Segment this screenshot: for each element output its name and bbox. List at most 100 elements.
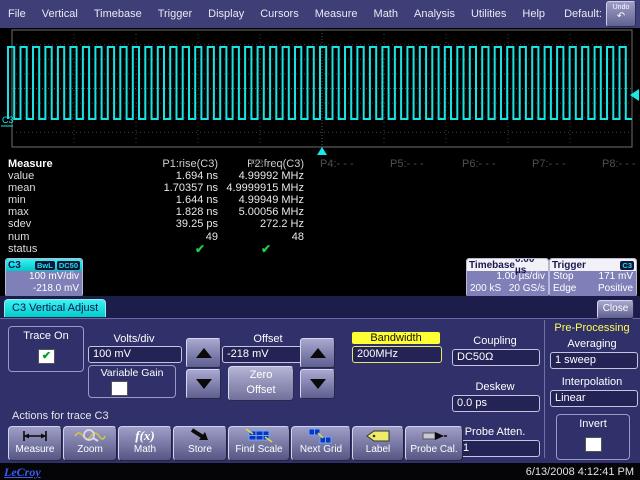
p5-header[interactable]: P5:- - - — [390, 158, 424, 170]
zoom-icon — [64, 427, 116, 444]
averaging-field[interactable]: 1 sweep — [550, 352, 638, 369]
p1-status-check-icon: ✔ — [100, 243, 218, 255]
p6-header[interactable]: P6:- - - — [462, 158, 496, 170]
zero-offset-button[interactable]: Zero Offset — [228, 366, 294, 401]
p8-header[interactable]: P8:- - - — [602, 158, 636, 170]
probe-cal-action-button[interactable]: Probe Cal. — [405, 426, 463, 461]
default-label: Default: — [564, 8, 602, 20]
menu-measure[interactable]: Measure — [307, 8, 366, 20]
measure-row-labels: Measure value mean min max sdev num stat… — [8, 158, 53, 255]
menu-bar: File Vertical Timebase Trigger Display C… — [0, 0, 640, 28]
invert-checkbox[interactable] — [585, 437, 602, 452]
row-label-mean: mean — [8, 182, 53, 194]
p2-sdev: 272.2 Hz — [222, 218, 304, 230]
p7-header[interactable]: P7:- - - — [532, 158, 566, 170]
next-grid-action-button[interactable]: Next Grid — [291, 426, 351, 461]
volts-div-field[interactable]: 100 mV — [88, 346, 182, 363]
menu-display[interactable]: Display — [200, 8, 252, 20]
measure-action-button[interactable]: Measure — [8, 426, 62, 461]
status-bar: LeCroy 6/13/2008 4:12:41 PM — [0, 463, 640, 480]
probe-atten-field[interactable]: ÷1 — [452, 440, 540, 457]
menu-timebase[interactable]: Timebase — [86, 8, 150, 20]
variable-gain-checkbox[interactable] — [111, 381, 128, 396]
trigger-descriptor-box[interactable]: Trigger C3 Stop 171 mV Edge Positive — [549, 258, 637, 297]
menu-cursors[interactable]: Cursors — [252, 8, 307, 20]
row-label-status: status — [8, 243, 53, 255]
p1-header[interactable]: P1:rise(C3) — [100, 158, 218, 170]
coupling-label: Coupling — [452, 335, 538, 347]
volts-div-up-button[interactable] — [186, 338, 221, 368]
trigger-type: Edge — [553, 283, 576, 295]
p1-num: 49 — [100, 231, 218, 243]
store-action-label: Store — [174, 444, 226, 456]
p1-max: 1.828 ns — [100, 206, 218, 218]
row-label-min: min — [8, 194, 53, 206]
menu-help[interactable]: Help — [514, 8, 553, 20]
label-action-label: Label — [353, 444, 403, 456]
c3-descriptor-box[interactable]: C3 BwL DC50 100 mV/div -218.0 mV — [5, 258, 83, 297]
c3-zero-level-label: C3 — [2, 115, 14, 125]
variable-gain-label: Variable Gain — [89, 367, 175, 379]
c3-coupling-badge: DC50 — [57, 261, 80, 270]
menu-utilities[interactable]: Utilities — [463, 8, 514, 20]
p2-status-check-icon: ✔ — [222, 243, 304, 255]
menu-vertical[interactable]: Vertical — [34, 8, 86, 20]
preprocessing-title: Pre-Processing — [548, 322, 636, 334]
undo-button[interactable]: Undo ↶ — [606, 1, 636, 27]
find-scale-action-button[interactable]: Find Scale — [228, 426, 290, 461]
p4-header[interactable]: P4:- - - — [320, 158, 354, 170]
math-action-label: Math — [119, 444, 171, 456]
close-button[interactable]: Close — [597, 300, 634, 319]
math-action-button[interactable]: f(x) Math — [118, 426, 172, 461]
p1-min: 1.644 ns — [100, 194, 218, 206]
trace-on-check-icon: ✔ — [42, 350, 51, 362]
store-action-button[interactable]: Store — [173, 426, 227, 461]
trigger-level-marker[interactable] — [630, 89, 639, 101]
undo-icon: ↶ — [607, 12, 635, 21]
label-action-button[interactable]: Label — [352, 426, 404, 461]
offset-up-button[interactable] — [300, 338, 335, 368]
interpolation-field[interactable]: Linear — [550, 390, 638, 407]
probe-cal-icon — [406, 427, 462, 444]
trigger-source-badge: C3 — [620, 261, 634, 270]
menu-file[interactable]: File — [0, 8, 34, 20]
interpolation-label: Interpolation — [548, 376, 636, 388]
row-label-num: num — [8, 231, 53, 243]
menu-math[interactable]: Math — [366, 8, 406, 20]
bandwidth-field[interactable]: 200MHz — [352, 346, 442, 363]
measure-column-p1[interactable]: P1:rise(C3) 1.694 ns 1.70357 ns 1.644 ns… — [100, 158, 218, 255]
row-label-sdev: sdev — [8, 218, 53, 230]
measure-action-label: Measure — [9, 444, 61, 456]
timebase-descriptor-box[interactable]: Timebase 0.00 µs 1.00 µs/div 200 kS 20 G… — [466, 258, 549, 297]
deskew-label: Deskew — [452, 381, 538, 393]
menu-trigger[interactable]: Trigger — [150, 8, 200, 20]
menu-analysis[interactable]: Analysis — [406, 8, 463, 20]
zoom-action-button[interactable]: Zoom — [63, 426, 117, 461]
trigger-slope: Positive — [598, 283, 633, 295]
trace-on-checkbox[interactable]: ✔ — [38, 349, 55, 364]
lecroy-logo: LeCroy — [4, 465, 41, 480]
trigger-mode: Stop — [553, 271, 574, 283]
c3-offset: -218.0 mV — [9, 283, 79, 295]
row-label-max: max — [8, 206, 53, 218]
actions-for-trace-label: Actions for trace C3 — [12, 410, 109, 422]
coupling-field[interactable]: DC50Ω — [452, 349, 540, 366]
p3-header[interactable]: P3:- - - — [250, 158, 284, 170]
trigger-descriptor-name: Trigger — [552, 260, 586, 271]
variable-gain-group: Variable Gain — [88, 365, 176, 398]
offset-down-button[interactable] — [300, 369, 335, 399]
datetime-label: 6/13/2008 4:12:41 PM — [526, 466, 634, 478]
measure-column-p2[interactable]: P2:freq(C3) 4.99992 MHz 4.9999915 MHz 4.… — [222, 158, 304, 255]
zero-offset-label: Zero Offset — [241, 368, 281, 398]
timebase-per-div: 1.00 µs/div — [470, 271, 545, 283]
deskew-field[interactable]: 0.0 ps — [452, 395, 540, 412]
invert-group: Invert — [556, 414, 630, 460]
p1-mean: 1.70357 ns — [100, 182, 218, 194]
timebase-descriptor-name: Timebase — [469, 260, 515, 271]
tab-c3-vertical-adjust[interactable]: C3 Vertical Adjust — [4, 299, 106, 317]
volts-div-down-button[interactable] — [186, 369, 221, 399]
timebase-samples: 200 kS — [470, 283, 501, 295]
trigger-position-marker[interactable] — [317, 147, 327, 155]
dialog-section-divider — [544, 320, 545, 458]
zoom-action-label: Zoom — [64, 444, 116, 456]
